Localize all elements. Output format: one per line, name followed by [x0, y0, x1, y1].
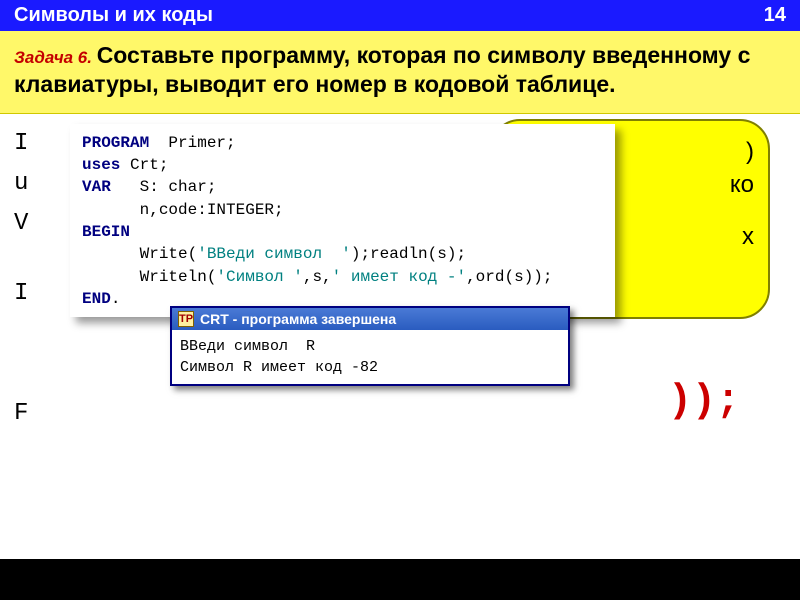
ide-code-window: PROGRAM Primer; uses Crt; VAR S: char; n…	[70, 124, 615, 317]
bg-line: I	[14, 124, 28, 164]
code-text: .	[111, 290, 121, 308]
keyword: BEGIN	[82, 223, 130, 241]
red-code-fragment: ));	[668, 379, 740, 424]
header-title: Символы и их коды	[14, 4, 213, 27]
code-text: );readln(s);	[351, 245, 466, 263]
string-literal: 'ВВеди символ '	[197, 245, 351, 263]
content-area: I u V I F ) ко х )); PROGRAM Primer; use…	[0, 114, 800, 559]
bg-line: F	[14, 394, 28, 434]
code-text: Crt;	[120, 156, 168, 174]
crt-line: ВВеди символ R	[180, 338, 315, 355]
page-number: 14	[764, 4, 786, 27]
keyword: PROGRAM	[82, 134, 149, 152]
string-literal: 'Символ '	[216, 268, 302, 286]
keyword: VAR	[82, 178, 111, 196]
task-band: Задача 6. Составьте программу, которая п…	[0, 31, 800, 114]
bg-line: I	[14, 274, 28, 314]
code-text: Primer;	[149, 134, 235, 152]
code-text: n,code:INTEGER;	[82, 201, 284, 219]
keyword: END	[82, 290, 111, 308]
ide-code: PROGRAM Primer; uses Crt; VAR S: char; n…	[70, 124, 615, 317]
task-label: Задача 6.	[14, 48, 97, 67]
code-text: S: char;	[111, 178, 217, 196]
code-text: ,ord(s));	[466, 268, 552, 286]
crt-output-window: TP CRT - программа завершена ВВеди симво…	[170, 306, 570, 386]
string-literal: ' имеет код -'	[332, 268, 466, 286]
background-left-text: I u V I F	[14, 124, 28, 434]
code-text: Writeln(	[82, 268, 216, 286]
code-text: ,s,	[303, 268, 332, 286]
crt-titlebar[interactable]: TP CRT - программа завершена	[172, 308, 568, 330]
bg-line: u	[14, 164, 28, 204]
slide-header: Символы и их коды 14	[0, 0, 800, 31]
code-text: Write(	[82, 245, 197, 263]
crt-line: Символ R имеет код -82	[180, 359, 378, 376]
keyword: uses	[82, 156, 120, 174]
task-text: Составьте программу, которая по символу …	[14, 42, 750, 97]
bg-line: V	[14, 204, 28, 244]
crt-body: ВВеди символ R Символ R имеет код -82	[172, 330, 568, 384]
crt-title: CRT - программа завершена	[200, 311, 396, 327]
program-icon: TP	[178, 311, 194, 327]
